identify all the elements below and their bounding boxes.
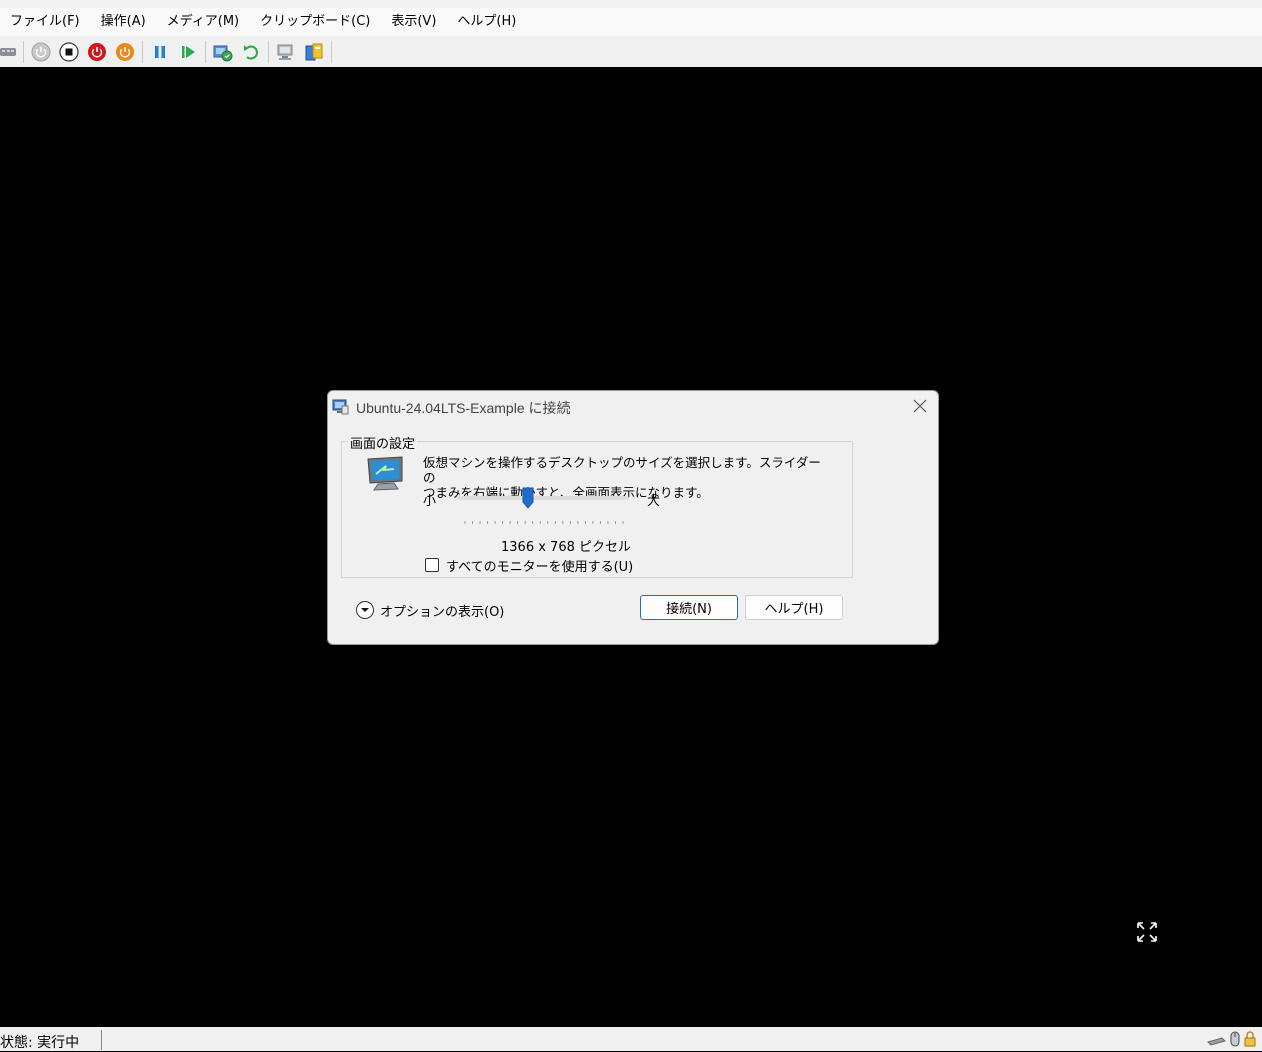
status-text: 状態: 実行中 — [0, 1035, 80, 1051]
menu-file[interactable]: ファイル(F) — [0, 8, 91, 36]
share-icon[interactable] — [302, 40, 326, 64]
toolbar-separator — [142, 40, 143, 63]
close-icon[interactable] — [910, 396, 930, 416]
resolution-slider-track[interactable] — [457, 496, 629, 500]
dialog-title: Ubuntu-24.04LTS-Example に接続 — [356, 400, 571, 416]
toolbar-separator — [205, 40, 206, 63]
pause-icon[interactable] — [148, 40, 172, 64]
save-icon[interactable] — [113, 40, 137, 64]
status-icons — [1206, 1031, 1256, 1047]
mouse-icon — [1230, 1031, 1240, 1047]
menu-clipboard[interactable]: クリップボード(C) — [250, 8, 381, 36]
vm-connect-icon — [332, 398, 349, 415]
connect-button[interactable]: 接続(N) — [640, 595, 738, 620]
slider-min-label: 小 — [423, 494, 437, 509]
checkpoint-icon[interactable] — [211, 40, 235, 64]
enhanced-session-icon[interactable] — [274, 40, 298, 64]
description: 仮想マシンを操作するデスクトップのサイズを選択します。スライダーの つまみを右端… — [423, 455, 833, 500]
lock-icon — [1244, 1031, 1256, 1047]
show-options-toggle[interactable] — [356, 601, 374, 619]
shut-down-icon[interactable] — [85, 40, 109, 64]
group-label: 画面の設定 — [348, 433, 418, 452]
chevron-down-icon — [361, 608, 369, 612]
all-monitors-checkbox[interactable] — [425, 558, 439, 572]
show-options-label[interactable]: オプションの表示(O) — [380, 601, 504, 620]
help-button[interactable]: ヘルプ(H) — [745, 595, 843, 620]
slider-ticks — [464, 511, 624, 524]
toolbar-separator — [331, 40, 332, 63]
revert-icon[interactable] — [239, 40, 263, 64]
slider-max-label: 大 — [647, 494, 661, 509]
resolution-slider-thumb[interactable] — [522, 487, 534, 509]
keyboard-icon — [1207, 1037, 1226, 1046]
resume-icon[interactable] — [176, 40, 200, 64]
status-separator — [101, 1030, 102, 1050]
toolbar — [0, 36, 1262, 68]
exit-fullscreen-icon[interactable] — [1135, 920, 1159, 944]
menu-view[interactable]: 表示(V) — [381, 8, 447, 36]
monitor-icon — [364, 455, 408, 495]
toolbar-separator — [23, 40, 24, 63]
menu-action[interactable]: 操作(A) — [91, 8, 157, 36]
toolbar-separator — [268, 40, 269, 63]
description-line-1: 仮想マシンを操作するデスクトップのサイズを選択します。スライダーの — [423, 455, 821, 485]
status-bar: 状態: 実行中 — [0, 1027, 1262, 1051]
all-monitors-label[interactable]: すべてのモニターを使用する(U) — [446, 556, 633, 575]
window-top-strip — [0, 0, 1262, 8]
menu-bar: ファイル(F) 操作(A) メディア(M) クリップボード(C) 表示(V) ヘ… — [0, 8, 1262, 36]
ctrl-alt-del-icon[interactable] — [0, 40, 18, 64]
turn-off-icon[interactable] — [57, 40, 81, 64]
menu-help[interactable]: ヘルプ(H) — [447, 8, 527, 36]
connect-dialog: Ubuntu-24.04LTS-Example に接続 画面の設定 仮想マシンを… — [327, 390, 939, 645]
start-icon[interactable] — [29, 40, 53, 64]
resolution-value: 1366 x 768 ピクセル — [501, 540, 631, 555]
menu-media[interactable]: メディア(M) — [157, 8, 250, 36]
